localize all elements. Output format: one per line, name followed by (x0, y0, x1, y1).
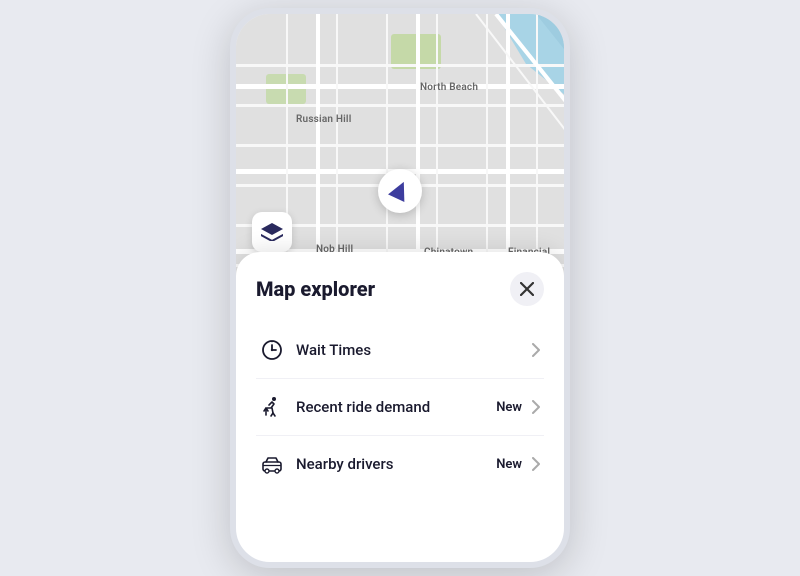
wait-times-chevron (528, 342, 544, 358)
sheet-header: Map explorer (256, 272, 544, 306)
location-pin (378, 169, 422, 213)
ride-demand-icon (256, 395, 288, 419)
ride-demand-badge: New (496, 400, 522, 415)
label-russian-hill: Russian Hill (296, 114, 352, 125)
close-icon (520, 282, 534, 296)
ride-demand-chevron (528, 399, 544, 415)
bottom-sheet: Map explorer Wait Times (236, 252, 564, 562)
wait-times-icon (256, 338, 288, 362)
wait-times-label: Wait Times (296, 341, 528, 359)
nearby-drivers-label: Nearby drivers (296, 455, 496, 473)
nearby-drivers-icon (256, 452, 288, 476)
menu-item-wait-times[interactable]: Wait Times (256, 322, 544, 379)
menu-item-nearby-drivers[interactable]: Nearby drivers New (256, 436, 544, 492)
phone-frame: North Beach Russian Hill Nob Hill Chinat… (230, 8, 570, 568)
sheet-title: Map explorer (256, 277, 375, 301)
close-button[interactable] (510, 272, 544, 306)
ride-demand-label: Recent ride demand (296, 398, 496, 416)
label-north-beach: North Beach (420, 82, 478, 93)
layers-button[interactable] (252, 212, 292, 252)
nearby-drivers-chevron (528, 456, 544, 472)
layers-icon (261, 223, 283, 241)
pin-arrow-icon (388, 178, 412, 202)
nearby-drivers-badge: New (496, 457, 522, 472)
menu-item-recent-ride-demand[interactable]: Recent ride demand New (256, 379, 544, 436)
map-area: North Beach Russian Hill Nob Hill Chinat… (236, 14, 564, 284)
